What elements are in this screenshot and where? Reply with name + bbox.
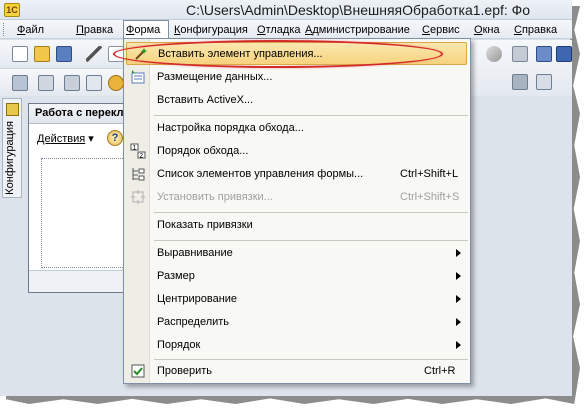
menu-item-insert-activex[interactable]: Вставить ActiveX...: [124, 89, 470, 112]
actions-label: Действия: [37, 133, 86, 145]
right-toolbar: [468, 40, 572, 96]
menu-item-control-list[interactable]: Список элементов управления формы... Ctr…: [124, 163, 470, 186]
menu-item-shortcut: Ctrl+R: [424, 365, 456, 377]
menu-item-label: Порядок обхода...: [157, 145, 249, 157]
1c-logo-icon: 1С: [4, 3, 20, 17]
menu-separator: [154, 115, 468, 116]
menu-item-distribute[interactable]: Распределить: [124, 311, 470, 334]
grid-icon[interactable]: [64, 75, 80, 91]
check-icon: [130, 363, 146, 379]
configuration-tree-icon: [6, 103, 19, 116]
menu-item-show-bindings[interactable]: Показать привязки: [124, 214, 470, 237]
svg-text:2: 2: [140, 153, 144, 160]
menu-configuration[interactable]: Конфигурация: [174, 24, 248, 36]
help-icon[interactable]: ?: [107, 130, 123, 146]
window-title: C:\Users\Admin\Desktop\ВнешняяОбработка1…: [186, 2, 531, 18]
svg-text:1: 1: [133, 145, 137, 152]
menu-item-label: Распределить: [157, 316, 230, 328]
menu-edit[interactable]: Правка: [76, 24, 113, 36]
submenu-arrow-icon: [456, 318, 461, 326]
menu-item-order[interactable]: Порядок: [124, 334, 470, 357]
menu-file[interactable]: Файл: [17, 24, 44, 36]
cut-icon[interactable]: [86, 46, 102, 62]
filter-icon[interactable]: [512, 74, 528, 90]
menu-item-label: Список элементов управления формы...: [157, 168, 364, 180]
menu-separator: [154, 212, 468, 213]
layout-icon[interactable]: [12, 75, 28, 91]
menu-item-set-bindings: Установить привязки... Ctrl+Shift+S: [124, 186, 470, 209]
user-icon[interactable]: [536, 46, 552, 62]
submenu-arrow-icon: [456, 249, 461, 257]
menu-item-centering[interactable]: Центрирование: [124, 288, 470, 311]
configuration-side-tab[interactable]: Конфигурация: [2, 98, 22, 198]
form-canvas[interactable]: [41, 158, 131, 268]
menu-debug[interactable]: Отладка: [257, 24, 301, 36]
tab-order-icon: 12: [130, 143, 146, 160]
form-bottom-bar: [29, 270, 127, 292]
form-designer-window[interactable]: Работа с переключателем Действия ▾ ?: [28, 103, 131, 293]
menu-item-tab-order-settings[interactable]: Настройка порядка обхода...: [124, 117, 470, 140]
control-list-icon: [130, 166, 146, 182]
chevron-down-icon: ▾: [88, 133, 94, 145]
submenu-arrow-icon: [456, 341, 461, 349]
settings-icon[interactable]: [536, 74, 552, 90]
menu-item-tab-order[interactable]: 12 Порядок обхода...: [124, 140, 470, 163]
menu-service[interactable]: Сервис: [422, 24, 460, 36]
tools-icon[interactable]: [512, 46, 528, 62]
title-bar: 1С C:\Users\Admin\Desktop\ВнешняяОбработ…: [0, 0, 572, 20]
menu-item-label: Центрирование: [157, 293, 238, 305]
menu-item-label: Проверить: [157, 365, 213, 377]
menu-item-label: Установить привязки...: [157, 191, 273, 203]
menu-help[interactable]: Справка: [514, 24, 557, 36]
submenu-arrow-icon: [456, 295, 461, 303]
menu-item-shortcut: Ctrl+Shift+S: [400, 191, 460, 203]
menu-separator: [154, 240, 468, 241]
submenu-arrow-icon: [456, 272, 461, 280]
open-folder-icon[interactable]: [34, 46, 50, 62]
config-icon[interactable]: [108, 75, 124, 91]
form-window-title: Работа с переключателем: [29, 104, 127, 124]
bindings-icon: [130, 189, 146, 205]
menu-item-data-placement[interactable]: Размещение данных...: [124, 66, 470, 89]
menu-item-label: Размещение данных...: [157, 71, 273, 83]
panel-icon[interactable]: [86, 75, 102, 91]
standard-toolbar: [0, 40, 125, 68]
database-icon[interactable]: [556, 46, 572, 62]
data-placement-icon: [130, 69, 146, 85]
secondary-toolbar: [0, 68, 125, 96]
side-tab-label: Конфигурация: [4, 121, 16, 195]
menu-item-label: Настройка порядка обхода...: [157, 122, 304, 134]
menu-item-label: Показать привязки: [157, 219, 253, 231]
new-document-icon[interactable]: [12, 46, 28, 62]
annotation-highlight-oval: [113, 40, 443, 68]
menu-item-label: Размер: [157, 270, 195, 282]
menu-item-label: Выравнивание: [157, 247, 233, 259]
menu-item-shortcut: Ctrl+Shift+L: [400, 168, 459, 180]
form-menu-dropdown: Вставить элемент управления... Размещени…: [123, 38, 471, 384]
table-icon[interactable]: [38, 75, 54, 91]
menu-item-size[interactable]: Размер: [124, 265, 470, 288]
menubar-grip[interactable]: [3, 23, 6, 36]
menu-form[interactable]: Форма: [126, 24, 160, 36]
menu-administration[interactable]: Администрирование: [305, 24, 410, 36]
refresh-icon[interactable]: [486, 46, 502, 62]
menu-item-label: Порядок: [157, 339, 201, 351]
menu-item-label: Вставить ActiveX...: [157, 94, 254, 106]
save-icon[interactable]: [56, 46, 72, 62]
menu-windows[interactable]: Окна: [474, 24, 500, 36]
menu-item-alignment[interactable]: Выравнивание: [124, 242, 470, 265]
menu-item-check[interactable]: Проверить Ctrl+R: [124, 360, 470, 383]
form-actions-menu[interactable]: Действия ▾: [37, 132, 94, 145]
